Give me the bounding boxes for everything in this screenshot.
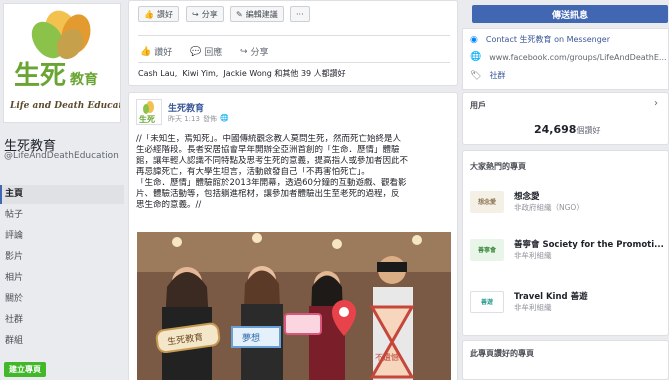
divider [138, 35, 450, 36]
page-handle[interactable]: @LifeAndDeathEducation [4, 151, 122, 162]
post-photo[interactable]: 生死教育 夢想 不遺憾 [137, 232, 451, 380]
page-share-button[interactable]: ↪ 分享 [186, 6, 224, 22]
category-link[interactable]: 社群 [489, 70, 505, 81]
nav-groups[interactable]: 群組 [0, 332, 124, 351]
group-photo-illustration: 生死教育 夢想 不遺憾 [137, 232, 451, 380]
messenger-icon: ◉ [470, 34, 478, 45]
website-link[interactable]: www.facebook.com/groups/LifeAndDeathE... [489, 53, 669, 62]
page-thumbnail[interactable]: 善遊 [470, 290, 504, 313]
likers-suffix[interactable]: 和其他 39 人都讚好 [274, 69, 345, 78]
page-thumbnail[interactable]: 想念愛 [470, 190, 504, 213]
users-title: 用戶 [470, 101, 486, 110]
nav-photos[interactable]: 相片 [0, 269, 124, 288]
page-profile-picture[interactable]: 生死 教育 Life and Death Education [3, 3, 121, 123]
page-like-button[interactable]: 👍 讚好 [138, 6, 179, 22]
page-thumbnail[interactable]: 善寧會 [470, 238, 504, 261]
popular-page-item[interactable]: 善寧會 善寧會 Society for the Promoti... 非牟利組織 [470, 238, 664, 261]
post-body: //「未知生，焉知死」。中國傳統觀念教人莫問生死，然而死亡始終是人 生必經階段。… [136, 134, 454, 211]
post-text-line: 生必經階段。長者安居協會早年開辦全亞洲首創的「生命．歷情」體驗 [136, 145, 400, 155]
share-icon: ↪ [192, 9, 199, 19]
post-like-action[interactable]: 👍 讚好 [140, 45, 172, 59]
nav-videos[interactable]: 影片 [0, 248, 124, 267]
page-category: 非牟利組織 [514, 251, 552, 260]
popular-page-item[interactable]: 想念愛 想念愛 非政府組織（NGO） [470, 190, 584, 213]
post-text-line: 再忌諱死亡，有大學生坦言，活動啟發自己「不再害怕死亡」。 [136, 167, 370, 177]
chevron-right-icon[interactable]: › [654, 98, 658, 109]
website-row[interactable]: 🌐 www.facebook.com/groups/LifeAndDeathE.… [470, 52, 669, 62]
thumbs-up-icon: 👍 [144, 9, 154, 19]
popular-pages-title: 大家熱門的專頁 [470, 162, 526, 171]
popular-page-item[interactable]: 善遊 Travel Kind 善遊 非牟利組織 [470, 290, 588, 313]
liker-name[interactable]: Jackie Wong [223, 69, 271, 78]
users-count[interactable]: 24,698個讚好 [534, 123, 600, 136]
post-timestamp[interactable]: 昨天 1:13 發佈 🌐 [168, 114, 229, 124]
page-name-link[interactable]: 想念愛 [514, 190, 584, 202]
post-text-line: //「未知生，焉知死」。中國傳統觀念教人莫問生死，然而死亡始終是人 [136, 134, 401, 144]
post-text-line: 片、體驗活動等，包括躺進棺材，讓參加者體驗出生至老死的過程，反 [136, 189, 400, 199]
page-category: 非牟利組織 [514, 303, 552, 312]
more-button[interactable]: ··· [290, 6, 310, 22]
page-category: 非政府組織（NGO） [514, 203, 584, 212]
liked-by-page-card [462, 340, 669, 380]
photo-sign-text: 夢想 [242, 332, 260, 344]
globe-icon: 🌐 [219, 114, 229, 122]
page-name-link[interactable]: 善寧會 Society for the Promoti... [514, 238, 664, 250]
nav-posts[interactable]: 帖子 [0, 206, 124, 225]
post-author-avatar[interactable]: 生死 [136, 99, 162, 125]
post-text-line: 「生命．歷情」體驗館於2013年開幕，透過60分鐘的互動遊戲、觀看影 [136, 178, 407, 188]
left-column: 生死 教育 Life and Death Education 生死教育 @Lif… [0, 0, 124, 380]
suggest-edits-button[interactable]: ✎ 編輯建議 [230, 6, 284, 22]
logo-text-en: Life and Death Education [9, 101, 121, 111]
post-share-action[interactable]: ↪ 分享 [240, 45, 269, 59]
share-icon: ↪ [240, 46, 248, 57]
tag-icon: 🏷 [470, 70, 482, 81]
page-logo: 生死 [137, 100, 161, 124]
post-text-line: 館，讓年輕人認識不同特點及思考生死的意義，提高指人或參加者因此不 [136, 156, 409, 166]
nav-about[interactable]: 關於 [0, 290, 124, 309]
send-message-button[interactable]: 傳送訊息 [472, 5, 668, 23]
likers-summary[interactable]: Cash Lau, Kiwi Yim, Jackie Wong 和其他 39 人… [138, 68, 346, 79]
svg-text:生死: 生死 [139, 114, 155, 124]
nav-home[interactable]: 主頁 [0, 185, 124, 204]
nav-community[interactable]: 社群 [0, 311, 124, 330]
page-name-link[interactable]: Travel Kind 善遊 [514, 290, 588, 302]
liker-name[interactable]: Kiwi Yim [182, 69, 215, 78]
messenger-contact-link[interactable]: Contact 生死教育 on Messenger [486, 34, 610, 45]
liked-by-page-title: 此專頁讚好的專頁 [470, 349, 534, 358]
category-row[interactable]: 🏷 社群 [470, 70, 505, 81]
page-logo: 生死 教育 Life and Death Education [4, 4, 121, 122]
divider [138, 62, 450, 63]
thumbs-up-icon: 👍 [140, 46, 152, 57]
globe-icon: 🌐 [470, 52, 482, 62]
pencil-icon: ✎ [236, 9, 243, 19]
nav-reviews[interactable]: 評論 [0, 227, 124, 246]
logo-text-big: 生死 [14, 61, 66, 91]
post-text-line: 思生命的意義。// [136, 200, 202, 210]
messenger-contact-row[interactable]: ◉ Contact 生死教育 on Messenger [470, 34, 610, 45]
liker-name[interactable]: Cash Lau [138, 69, 175, 78]
post-author-name[interactable]: 生死教育 [168, 101, 204, 114]
photo-sign-text: 不遺憾 [375, 352, 399, 362]
users-card [462, 92, 669, 145]
svg-text:教育: 教育 [70, 71, 98, 88]
post-comment-action[interactable]: 💬 回應 [190, 45, 222, 59]
create-page-button[interactable]: 建立專頁 [4, 362, 46, 377]
comment-icon: 💬 [190, 46, 202, 57]
